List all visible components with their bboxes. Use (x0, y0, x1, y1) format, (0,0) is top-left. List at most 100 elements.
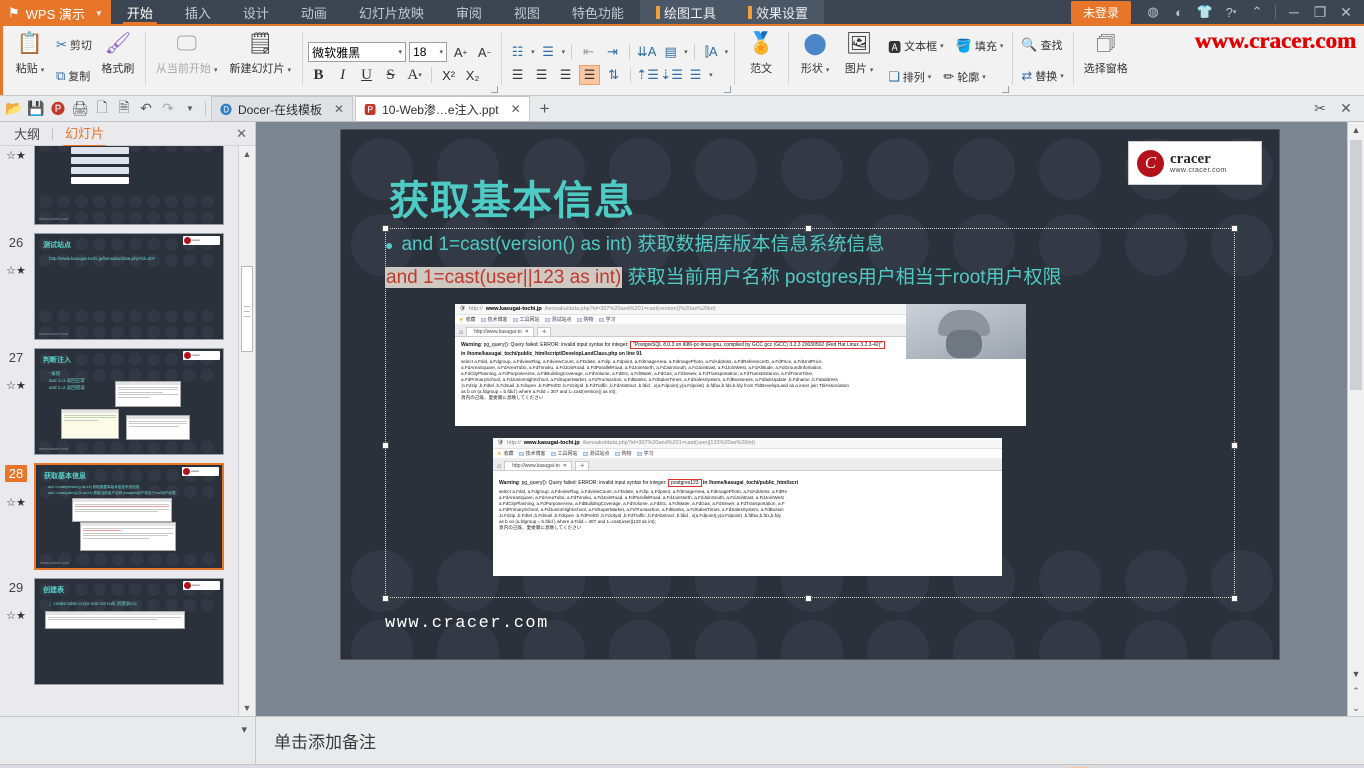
menu-item-view[interactable]: 视图 (498, 0, 556, 24)
menu-item-drawing-tools[interactable]: 绘图工具 (639, 0, 732, 24)
arrange-button[interactable]: ❏ 排列 ▾ (884, 67, 935, 87)
bookmark-item[interactable]: 测试站点 (582, 450, 610, 457)
menu-item-slideshow[interactable]: 幻灯片放映 (343, 0, 440, 24)
line-spacing-increase-icon[interactable]: ⇡☰ (636, 65, 659, 85)
justify-icon[interactable]: ☰ (579, 65, 601, 85)
print-file-icon[interactable]: 🗎 (114, 99, 134, 119)
resize-handle-mr[interactable] (1231, 442, 1238, 449)
scroll-up-icon[interactable]: ▲ (239, 146, 255, 162)
align-right-icon[interactable]: ☰ (555, 65, 576, 85)
home-icon[interactable]: ⌂ (459, 329, 463, 336)
resize-handle-br[interactable] (1231, 595, 1238, 602)
paste-button[interactable]: 📋 粘贴 ▾ (8, 28, 52, 93)
globe-icon[interactable]: ◍ (1141, 0, 1165, 24)
export-pdf-icon[interactable]: 🅟 (48, 99, 68, 119)
align-center-icon[interactable]: ☰ (531, 65, 552, 85)
thumbnail-list[interactable]: 25 ☆★ cracer (0, 146, 255, 716)
list-item[interactable]: 29 ☆★ cracer 创建表 ；create table ccc(w tex… (0, 574, 255, 689)
subscript-button[interactable]: X₂ (462, 65, 483, 85)
browser-new-tab[interactable]: ✛ (574, 461, 590, 470)
underline-button[interactable]: U (356, 65, 377, 85)
menu-item-animation[interactable]: 动画 (285, 0, 343, 24)
tab-slides[interactable]: 幻灯片 (63, 121, 107, 147)
menu-item-features[interactable]: 特色功能 (556, 0, 640, 24)
fanwen-button[interactable]: 🏅 范文 (739, 28, 783, 93)
bookmark-item[interactable]: 工具网站 (550, 450, 578, 457)
next-slide-icon[interactable]: ⌄ (1348, 700, 1364, 716)
slide-editor[interactable]: C cracer www.cracer.com 获取基本信息 ● and 1=c… (256, 122, 1364, 716)
decrease-font-size-button[interactable]: A − (474, 42, 495, 62)
list-item[interactable]: 25 ☆★ cracer (0, 146, 255, 229)
italic-button[interactable]: I (332, 65, 353, 85)
redo-icon[interactable]: ↷ (158, 99, 178, 119)
current-slide[interactable]: C cracer www.cracer.com 获取基本信息 ● and 1=c… (341, 130, 1279, 659)
bookmark-item[interactable]: 学习 (598, 316, 616, 323)
sync-icon[interactable]: ◐ (1167, 0, 1191, 24)
text-direction-icon[interactable]: ⇊A (636, 42, 657, 62)
collapse-icon[interactable]: ▾ (241, 723, 247, 736)
slide-thumbnail[interactable]: cracer 创建表 ；create table ccc(w text not … (34, 578, 224, 685)
menu-item-effect-settings[interactable]: 效果设置 (731, 0, 824, 24)
bookmark-item[interactable]: 技术博客 (480, 316, 508, 323)
new-slide-button[interactable]: 🗒 新建幻灯片 ▾ (223, 28, 297, 93)
slide-thumbnail[interactable]: cracer 判断注入 ' 报错 and 1=1 返回正常 and 1=2 返回… (34, 348, 224, 455)
pictures-button[interactable]: 🖼 图片 ▾ (837, 28, 881, 93)
close-icon[interactable]: ✕ (334, 102, 344, 116)
bold-button[interactable]: B (308, 65, 329, 85)
columns-icon[interactable]: ⫿A (701, 42, 722, 62)
notes-placeholder[interactable]: 单击添加备注 (256, 728, 376, 753)
from-current-slide-button[interactable]: 🖵 从当前开始 ▾ (150, 28, 224, 93)
line-spacing-decrease-icon[interactable]: ⇣☰ (660, 65, 683, 85)
scroll-down-icon[interactable]: ▼ (239, 700, 255, 716)
replace-button[interactable]: ⇄ 替换 ▾ (1017, 66, 1067, 86)
app-logo[interactable]: ⚑ WPS 演示 ▼ (0, 0, 111, 26)
notes-pane[interactable]: ▾ 单击添加备注 (0, 716, 1364, 764)
browser-tab[interactable]: http://www.kasugai-to ✕ (466, 327, 534, 336)
select-pane-button[interactable]: 🗇 选择窗格 (1078, 28, 1134, 93)
bookmark-item[interactable]: ★ 收藏 (497, 450, 514, 458)
resize-handle-ml[interactable] (382, 442, 389, 449)
bookmark-item[interactable]: 技术博客 (518, 450, 546, 457)
bookmark-item[interactable]: 测试站点 (544, 316, 572, 323)
bookmark-item[interactable]: ★ 收藏 (459, 316, 476, 324)
align-left-icon[interactable]: ☰ (507, 65, 528, 85)
increase-font-size-button[interactable]: A + (450, 42, 471, 62)
fill-button[interactable]: 🪣 填充 ▾ (952, 36, 1008, 56)
bookmark-item[interactable]: 购物 (576, 316, 594, 323)
decrease-indent-icon[interactable]: ⇤ (578, 42, 599, 62)
resize-handle-bl[interactable] (382, 595, 389, 602)
distributed-align-icon[interactable]: ⇅ (603, 65, 624, 85)
embedded-screenshot-2[interactable]: 🛡 http://www.kasugai-tochi.jp/kensaku/da… (493, 438, 1002, 576)
bullets-icon[interactable]: ☷ (507, 42, 528, 62)
undo-icon[interactable]: ↶ (136, 99, 156, 119)
embedded-screenshot-1[interactable]: 🛡 http://www.kasugai-tochi.jp/kensaku/da… (455, 304, 1026, 426)
new-tab-button[interactable]: + (532, 99, 558, 119)
line-spacing-icon[interactable]: ☰ (685, 65, 706, 85)
paragraph-dialog-launcher[interactable] (724, 86, 732, 93)
login-button[interactable]: 未登录 (1070, 0, 1131, 24)
bookmark-item[interactable]: 工具网站 (512, 316, 540, 323)
thumbnail-scrollbar[interactable]: ▲ ▼ (238, 146, 255, 716)
restore-button[interactable]: ❐ (1308, 0, 1332, 24)
home-icon[interactable]: ⌂ (497, 463, 501, 470)
numbering-icon[interactable]: ☰ (538, 42, 559, 62)
outline-button[interactable]: ✏ 轮廓 ▾ (939, 67, 989, 87)
document-tab-ppt[interactable]: 🅿 10-Web渗…e注入.ppt ✕ (355, 96, 530, 121)
drawing-dialog-launcher[interactable] (1002, 86, 1010, 93)
textbox-button[interactable]: 🅰 文本框 ▾ (884, 35, 948, 58)
editor-scrollbar[interactable]: ▲ ▼ ⌃ ⌄ (1347, 122, 1364, 716)
font-family-select[interactable]: 微软雅黑 ▾ (308, 42, 407, 62)
slide-thumbnail[interactable]: cracer 测试站点 http://www.kasugai-tochi.jp/… (34, 233, 224, 340)
slide-thumbnail[interactable]: cracer www.cracer.com (34, 146, 224, 225)
menu-item-design[interactable]: 设计 (227, 0, 285, 24)
format-painter-button[interactable]: 🖌 格式刷 (96, 28, 140, 93)
print-icon[interactable]: 🖨 (70, 99, 90, 119)
slide-body[interactable]: ● and 1=cast(version() as int) 获取数据库版本信息系… (385, 229, 1245, 289)
help-icon[interactable]: ? ▾ (1219, 0, 1243, 24)
scissors-icon[interactable]: ✂ (1310, 99, 1330, 119)
list-item[interactable]: 27 ☆★ cracer 判断注入 ' 报错 and 1=1 返回正常 and … (0, 344, 255, 459)
menu-item-insert[interactable]: 插入 (169, 0, 227, 24)
cut-button[interactable]: ✂ 剪切 (52, 35, 96, 55)
browser-tab[interactable]: http://www.kasugai-to ✕ (504, 461, 572, 470)
font-size-select[interactable]: 18 ▾ (409, 42, 448, 62)
